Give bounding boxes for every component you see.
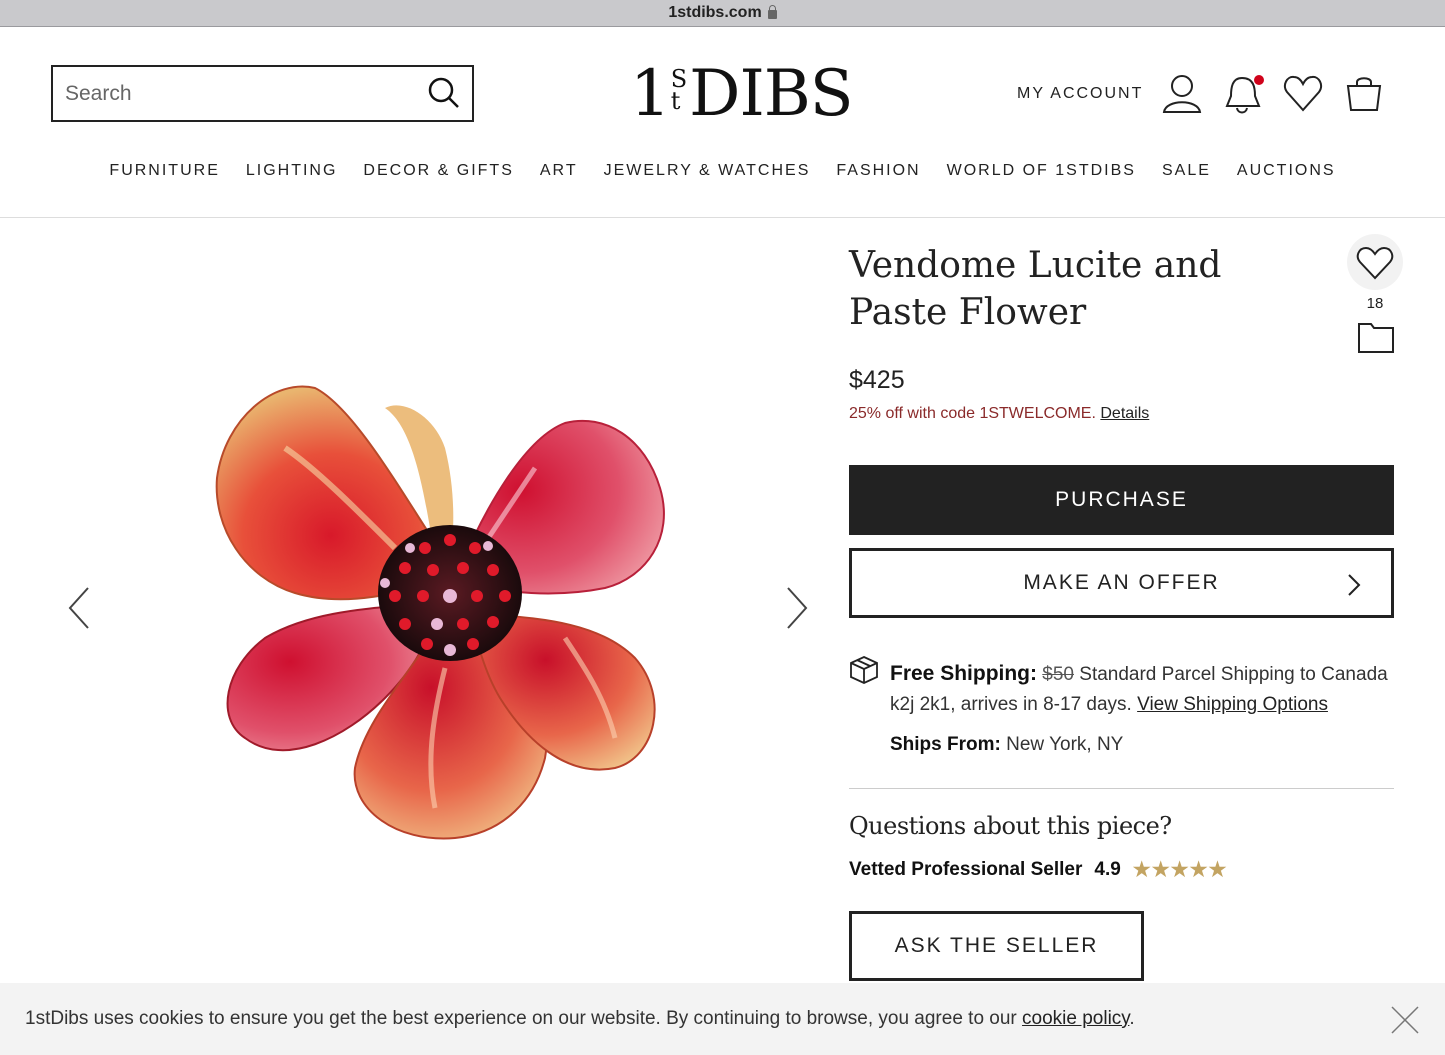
favorites-count: 18 xyxy=(1366,295,1384,312)
promo-details-link[interactable]: Details xyxy=(1100,405,1149,422)
seller-info: Vetted Professional Seller 4.9 ★★★★★ xyxy=(849,857,1227,882)
logo-dibs: DIBS xyxy=(689,57,853,131)
shopping-bag-icon[interactable] xyxy=(1344,72,1384,121)
user-icon[interactable] xyxy=(1161,72,1203,121)
header-divider xyxy=(0,217,1445,218)
close-icon[interactable] xyxy=(1390,1005,1420,1041)
gallery-prev-arrow-icon[interactable] xyxy=(66,585,92,636)
main-nav: FURNITURE LIGHTING DECOR & GIFTS ART JEW… xyxy=(0,162,1445,180)
browser-url-bar[interactable]: 1stdibs.com xyxy=(0,0,1445,27)
search-input[interactable] xyxy=(65,81,405,106)
cookie-text: 1stDibs uses cookies to ensure you get t… xyxy=(25,1008,1135,1030)
nav-item-world-of-1stdibs[interactable]: WORLD OF 1STDIBS xyxy=(947,162,1136,180)
search-box[interactable] xyxy=(51,65,474,122)
lock-icon xyxy=(767,4,777,19)
questions-heading: Questions about this piece? xyxy=(849,812,1172,840)
logo-st: S t xyxy=(670,67,687,115)
my-account-link[interactable]: MY ACCOUNT xyxy=(1017,85,1143,103)
ships-from-label: Ships From: xyxy=(890,734,1001,755)
package-icon xyxy=(849,655,879,690)
cookie-banner: 1stDibs uses cookies to ensure you get t… xyxy=(0,983,1445,1055)
promo-text: 25% off with code 1STWELCOME. Details xyxy=(849,405,1149,423)
nav-item-art[interactable]: ART xyxy=(540,162,578,180)
promo-message: 25% off with code 1STWELCOME. xyxy=(849,405,1096,422)
nav-item-sale[interactable]: SALE xyxy=(1162,162,1211,180)
cookie-end: . xyxy=(1129,1008,1135,1029)
ships-from-value: New York, NY xyxy=(1006,734,1124,755)
make-offer-label: MAKE AN OFFER xyxy=(1023,571,1220,594)
rating-stars-icon: ★★★★★ xyxy=(1132,859,1228,881)
product-title: Vendome Lucite and Paste Flower xyxy=(849,245,1222,333)
ships-from: Ships From: New York, NY xyxy=(890,734,1123,756)
purchase-button[interactable]: PURCHASE xyxy=(849,465,1394,535)
nav-item-jewelry-watches[interactable]: JEWELRY & WATCHES xyxy=(604,162,811,180)
section-divider xyxy=(849,788,1394,789)
nav-item-fashion[interactable]: FASHION xyxy=(836,162,920,180)
search-icon[interactable] xyxy=(428,77,460,114)
gallery-next-arrow-icon[interactable] xyxy=(784,585,810,636)
make-offer-button[interactable]: MAKE AN OFFER xyxy=(849,548,1394,618)
view-shipping-options-link[interactable]: View Shipping Options xyxy=(1137,694,1328,715)
nav-item-lighting[interactable]: LIGHTING xyxy=(246,162,338,180)
nav-item-auctions[interactable]: AUCTIONS xyxy=(1237,162,1336,180)
shipping-info: Free Shipping: $50 Standard Parcel Shipp… xyxy=(890,659,1400,720)
chevron-right-icon xyxy=(1347,573,1361,603)
folder-icon[interactable] xyxy=(1357,320,1395,359)
product-image[interactable] xyxy=(205,378,685,853)
free-shipping-label: Free Shipping: xyxy=(890,662,1037,685)
shipping-old-price: $50 xyxy=(1042,664,1074,685)
favorite-button[interactable]: 18 xyxy=(1346,234,1404,312)
cookie-message: 1stDibs uses cookies to ensure you get t… xyxy=(25,1008,1017,1029)
logo-t: t xyxy=(670,87,681,115)
url-text: 1stdibs.com xyxy=(668,4,762,21)
site-logo[interactable]: 1 S t DIBS xyxy=(630,57,854,131)
nav-item-furniture[interactable]: FURNITURE xyxy=(109,162,219,180)
product-price: $425 xyxy=(849,366,905,394)
cookie-policy-link[interactable]: cookie policy xyxy=(1022,1008,1129,1029)
seller-label: Vetted Professional Seller xyxy=(849,858,1083,880)
seller-rating: 4.9 xyxy=(1094,858,1121,880)
logo-one: 1 xyxy=(630,57,671,131)
ask-seller-button[interactable]: ASK THE SELLER xyxy=(849,911,1144,981)
heart-icon[interactable] xyxy=(1283,72,1323,121)
bell-icon[interactable] xyxy=(1222,72,1266,121)
nav-item-decor-gifts[interactable]: DECOR & GIFTS xyxy=(363,162,513,180)
